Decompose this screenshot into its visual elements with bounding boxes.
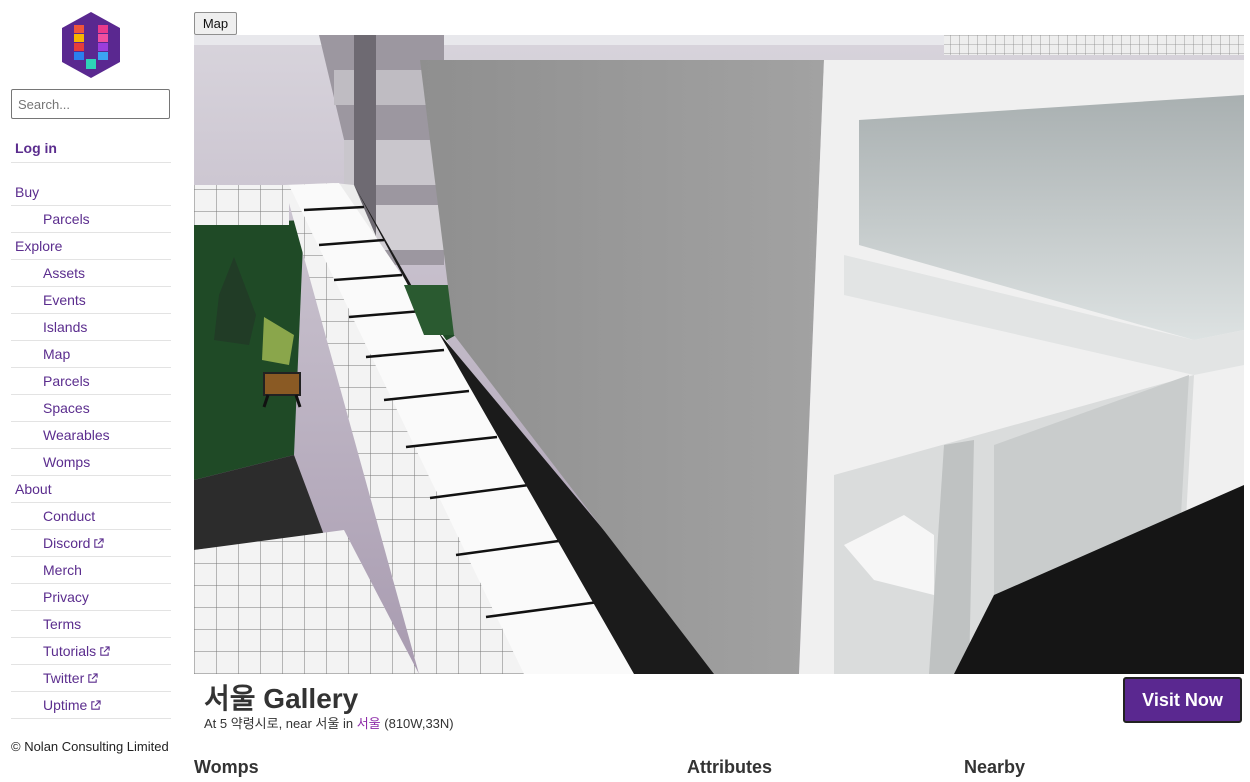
nav-explore[interactable]: Explore	[11, 233, 171, 260]
nav-about-conduct[interactable]: Conduct	[11, 503, 171, 530]
nav-explore-womps[interactable]: Womps	[11, 449, 171, 476]
nearby-heading: Nearby	[964, 757, 1026, 777]
island-link[interactable]: 서울	[357, 716, 381, 731]
logo-icon[interactable]	[60, 12, 122, 78]
map-button[interactable]: Map	[194, 12, 237, 35]
search-input[interactable]	[11, 89, 170, 119]
copyright: © Nolan Consulting Limited	[11, 739, 169, 754]
location-text: At 5 약령시로, near 서울 in	[204, 716, 354, 731]
coords-text: (810W,33N)	[384, 716, 454, 731]
nav-label: Twitter	[43, 670, 85, 686]
nav-buy-parcels[interactable]: Parcels	[11, 206, 171, 233]
login-link[interactable]: Log in	[11, 135, 171, 163]
parcel-title: 서울 Gallery	[204, 683, 359, 714]
nav-label: Uptime	[43, 697, 88, 713]
sidebar: Log in Buy Parcels Explore Assets Events…	[0, 0, 180, 782]
nav-about-privacy[interactable]: Privacy	[11, 584, 171, 611]
nav-explore-parcels[interactable]: Parcels	[11, 368, 171, 395]
external-link-icon	[91, 700, 101, 710]
visit-now-button[interactable]: Visit Now	[1123, 677, 1242, 723]
nav-about-discord[interactable]: Discord	[11, 530, 171, 557]
external-link-icon	[88, 673, 98, 683]
nav-about-merch[interactable]: Merch	[11, 557, 171, 584]
nav-explore-events[interactable]: Events	[11, 287, 171, 314]
nav-about-twitter[interactable]: Twitter	[11, 665, 171, 692]
nav-about-tutorials[interactable]: Tutorials	[11, 638, 171, 665]
nav-explore-wearables[interactable]: Wearables	[11, 422, 171, 449]
external-link-icon	[94, 538, 105, 548]
external-link-icon	[100, 646, 110, 656]
womps-heading: Womps	[194, 757, 259, 777]
nav-label: Discord	[43, 535, 91, 551]
nav-about[interactable]: About	[11, 476, 171, 503]
scene-render	[194, 35, 1244, 674]
parcel-3d-view[interactable]	[194, 35, 1244, 674]
sidebar-nav: Log in Buy Parcels Explore Assets Events…	[11, 135, 171, 719]
nav-about-terms[interactable]: Terms	[11, 611, 171, 638]
nav-label: Tutorials	[43, 643, 97, 659]
nav-explore-assets[interactable]: Assets	[11, 260, 171, 287]
nav-buy[interactable]: Buy	[11, 179, 171, 206]
nav-explore-spaces[interactable]: Spaces	[11, 395, 171, 422]
nav-explore-map[interactable]: Map	[11, 341, 171, 368]
nav-about-uptime[interactable]: Uptime	[11, 692, 171, 719]
attributes-heading: Attributes	[687, 757, 772, 777]
nav-explore-islands[interactable]: Islands	[11, 314, 171, 341]
parcel-location: At 5 약령시로, near 서울 in 서울 (810W,33N)	[204, 713, 454, 732]
